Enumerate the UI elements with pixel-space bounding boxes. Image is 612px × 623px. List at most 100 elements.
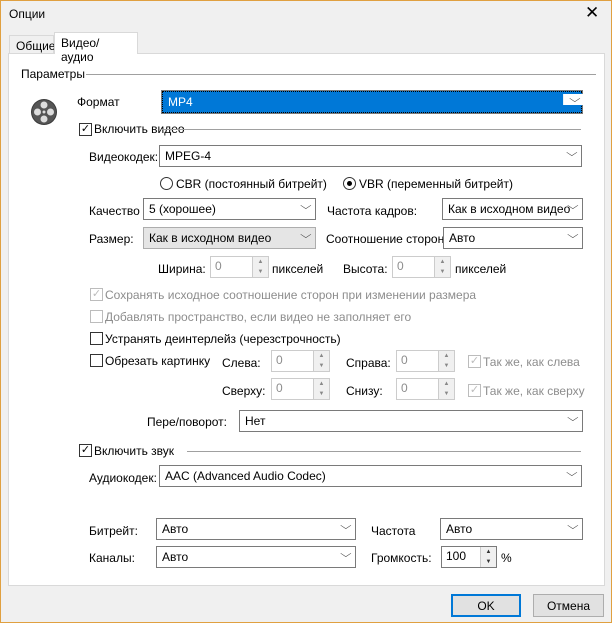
crop-right-value: 0 — [401, 353, 408, 367]
width-label: Ширина: — [158, 262, 206, 276]
crop-bottom-spinner[interactable]: 0 ▲ ▼ — [396, 378, 455, 400]
vbr-radio[interactable] — [343, 177, 356, 190]
bitrate-select[interactable]: Авто ⌵ — [156, 518, 356, 540]
divider — [159, 129, 581, 130]
crop-bottom-label: Снизу: — [346, 384, 383, 398]
height-unit: пикселей — [455, 262, 507, 276]
spin-arrows-icon[interactable]: ▲ ▼ — [313, 379, 329, 399]
quality-select[interactable]: 5 (хорошее) ⌵ — [143, 198, 316, 220]
aspect-value: Авто — [449, 231, 476, 245]
chevron-down-icon: ⌵ — [567, 201, 579, 212]
video-codec-value: MPEG-4 — [165, 149, 212, 163]
channels-select[interactable]: Авто ⌵ — [156, 546, 356, 568]
crop-top-spinner[interactable]: 0 ▲ ▼ — [271, 378, 330, 400]
crop-bottom-value: 0 — [401, 381, 408, 395]
deinterlace-label: Устранять деинтерлейз (черезстрочность) — [105, 332, 341, 346]
quality-value: 5 (хорошее) — [149, 202, 216, 216]
quality-label: Качество — [89, 204, 140, 218]
chevron-down-icon: ⌵ — [300, 230, 312, 241]
aspect-select[interactable]: Авто ⌵ — [443, 227, 583, 249]
bitrate-value: Авто — [162, 522, 189, 536]
spin-arrows-icon[interactable]: ▲ ▼ — [480, 547, 496, 567]
cbr-radio[interactable] — [160, 177, 173, 190]
crop-right-label: Справа: — [346, 356, 391, 370]
crop-top-label: Сверху: — [222, 384, 266, 398]
tab-video-audio[interactable]: Видео/аудио — [54, 32, 138, 64]
spin-arrows-icon[interactable]: ▲ ▼ — [252, 257, 268, 277]
crop-checkbox[interactable] — [90, 354, 103, 367]
format-select[interactable]: MP4 ⌵ — [161, 90, 587, 114]
rotate-label: Пере/поворот: — [147, 415, 227, 429]
same-as-left-label: Так же, как слева — [483, 355, 580, 369]
frequency-select[interactable]: Авто ⌵ — [440, 518, 583, 540]
height-spinner[interactable]: 0 ▲ ▼ — [392, 256, 451, 278]
width-value: 0 — [215, 259, 222, 273]
height-label: Высота: — [343, 262, 388, 276]
video-codec-select[interactable]: MPEG-4 ⌵ — [159, 145, 582, 167]
frequency-label: Частота — [371, 524, 416, 538]
tab-general[interactable]: Общие — [9, 35, 55, 55]
chevron-down-icon: ⌵ — [567, 230, 579, 241]
chevron-down-icon: ⌵ — [340, 549, 352, 560]
format-value: MP4 — [168, 95, 193, 109]
spin-arrows-icon[interactable]: ▲ ▼ — [438, 351, 454, 371]
pad-checkbox[interactable] — [90, 310, 103, 323]
format-label: Формат — [77, 95, 120, 109]
fps-label: Частота кадров: — [327, 204, 418, 218]
params-group-label: Параметры — [21, 67, 85, 81]
size-label: Размер: — [89, 232, 134, 246]
channels-label: Каналы: — [89, 551, 135, 565]
size-value: Как в исходном видео — [149, 231, 272, 245]
cancel-button[interactable]: Отмена — [533, 594, 604, 617]
video-codec-label: Видеокодек: — [89, 150, 159, 164]
crop-left-value: 0 — [276, 353, 283, 367]
volume-label: Громкость: — [371, 551, 432, 565]
same-as-top-checkbox[interactable]: ✓ — [468, 384, 481, 397]
bitrate-label: Битрейт: — [89, 524, 138, 538]
volume-unit: % — [501, 551, 512, 565]
crop-left-label: Слева: — [222, 356, 261, 370]
crop-right-spinner[interactable]: 0 ▲ ▼ — [396, 350, 455, 372]
deinterlace-checkbox[interactable] — [90, 332, 103, 345]
same-as-left-checkbox[interactable]: ✓ — [468, 355, 481, 368]
spin-arrows-icon[interactable]: ▲ ▼ — [438, 379, 454, 399]
enable-video-checkbox[interactable]: ✓ — [79, 123, 92, 136]
cbr-label: CBR (постоянный битрейт) — [176, 177, 327, 191]
chevron-down-icon: ⌵ — [340, 521, 352, 532]
spin-arrows-icon[interactable]: ▲ ▼ — [313, 351, 329, 371]
enable-audio-label: Включить звук — [94, 444, 175, 458]
size-select[interactable]: Как в исходном видео ⌵ — [143, 227, 316, 249]
keep-aspect-label: Сохранять исходное соотношение сторон пр… — [105, 288, 477, 302]
width-unit: пикселей — [272, 262, 324, 276]
vbr-label: VBR (переменный битрейт) — [359, 177, 513, 191]
channels-value: Авто — [162, 550, 189, 564]
frequency-value: Авто — [446, 522, 473, 536]
rotate-select[interactable]: Нет ⌵ — [239, 410, 583, 432]
spin-arrows-icon[interactable]: ▲ ▼ — [434, 257, 450, 277]
close-icon[interactable]: ✕ — [585, 3, 599, 23]
crop-label: Обрезать картинку — [105, 354, 211, 368]
keep-aspect-checkbox[interactable]: ✓ — [90, 288, 103, 301]
crop-left-spinner[interactable]: 0 ▲ ▼ — [271, 350, 330, 372]
fps-value: Как в исходном видео — [448, 202, 571, 216]
volume-spinner[interactable]: 100 ▲ ▼ — [441, 546, 497, 568]
audio-codec-select[interactable]: AAC (Advanced Audio Codec) ⌵ — [159, 465, 582, 487]
chevron-down-icon: ⌵ — [567, 413, 579, 424]
fps-select[interactable]: Как в исходном видео ⌵ — [442, 198, 583, 220]
enable-audio-checkbox[interactable]: ✓ — [79, 444, 92, 457]
audio-codec-label: Аудиокодек: — [89, 471, 157, 485]
same-as-top-label: Так же, как сверху — [483, 384, 585, 398]
ok-button[interactable]: OK — [451, 594, 521, 617]
divider — [86, 74, 596, 75]
height-value: 0 — [397, 259, 404, 273]
aspect-label: Соотношение сторон: — [326, 232, 448, 246]
crop-top-value: 0 — [276, 381, 283, 395]
options-dialog: Опции ✕ Общие Видео/аудио Параметры Форм… — [0, 0, 612, 623]
pad-label: Добавлять пространство, если видео не за… — [105, 310, 412, 324]
chevron-down-icon: ⌵ — [567, 521, 579, 532]
volume-value: 100 — [446, 549, 467, 563]
divider — [187, 451, 581, 452]
window-title: Опции — [9, 7, 46, 21]
width-spinner[interactable]: 0 ▲ ▼ — [210, 256, 269, 278]
rotate-value: Нет — [245, 414, 266, 428]
